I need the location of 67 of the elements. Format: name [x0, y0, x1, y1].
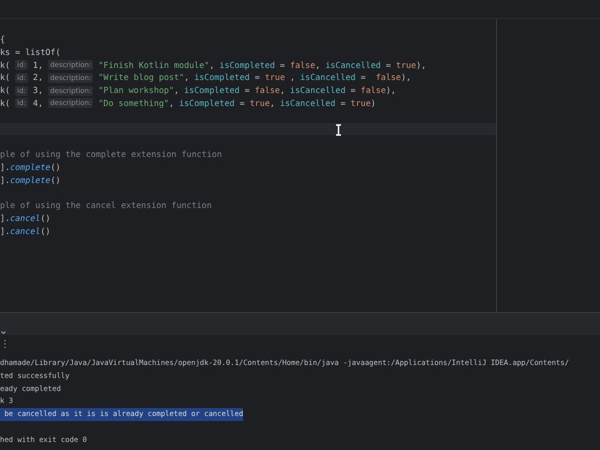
code-token: )	[370, 96, 376, 110]
code-token: ()	[50, 174, 61, 187]
code-token: true	[350, 96, 371, 110]
code-token: k(	[0, 58, 12, 72]
code-token: isCancelled	[300, 71, 356, 84]
code-token: isCompleted	[179, 96, 235, 110]
code-token: ,	[168, 96, 176, 110]
code-token: k(	[0, 84, 12, 97]
code-token: ),	[400, 71, 412, 84]
more-options-button[interactable]: ⋮	[0, 339, 10, 351]
code-token: ),	[386, 84, 396, 97]
code-token: isCompleted	[219, 58, 275, 72]
code-token: ,	[184, 71, 190, 84]
code-token: isCancelled	[290, 84, 346, 97]
code-token: isCompleted	[184, 84, 240, 97]
code-token: =	[244, 84, 251, 97]
code-token: 1,	[32, 58, 44, 72]
code-token: ()	[40, 212, 50, 225]
code-token: ].	[0, 160, 10, 174]
code-token: k(	[0, 71, 12, 84]
code-token: true	[264, 71, 285, 84]
code-token: ()	[50, 160, 61, 174]
code-token: =	[254, 71, 261, 84]
code-token: ,	[174, 84, 180, 97]
code-token: 4,	[32, 96, 44, 110]
code-token: cancel	[10, 212, 40, 225]
code-token: false	[290, 58, 316, 72]
code-token: =	[278, 58, 286, 72]
code-token: {	[0, 33, 6, 46]
code-token: true	[250, 96, 270, 110]
code-token: false	[254, 84, 280, 97]
code-token: =	[360, 71, 367, 84]
code-token: ,	[270, 96, 276, 110]
code-token: ()	[40, 224, 50, 238]
code-token: =	[238, 96, 246, 110]
code-token: ].	[0, 224, 10, 238]
code-token: ].	[0, 174, 10, 187]
code-token: false	[360, 84, 386, 97]
code-token: ,	[280, 84, 286, 97]
code-token: ].	[0, 212, 10, 225]
code-token: ),	[416, 58, 426, 72]
code-token: "Write blog post"	[97, 71, 184, 84]
code-token: false	[376, 71, 401, 84]
chevron-icon[interactable]	[1, 330, 6, 335]
code-token: "Finish Kotlin module"	[97, 58, 210, 72]
code-token: ks = listOf(	[0, 46, 61, 59]
code-token: ,	[315, 58, 322, 72]
code-token: complete	[10, 160, 50, 174]
code-token: =	[339, 96, 347, 110]
text-cursor-icon	[335, 124, 342, 136]
code-token: cancel	[10, 224, 40, 238]
code-comment: ple of using the cancel extension function	[0, 199, 212, 212]
code-token: 2,	[32, 71, 44, 84]
code-token: isCancelled	[325, 58, 381, 72]
code-token: complete	[10, 174, 50, 187]
code-token: true	[396, 58, 416, 72]
code-token: "Plan workshop"	[97, 84, 174, 97]
code-token: isCompleted	[194, 71, 250, 84]
code-token: 3,	[32, 84, 44, 97]
code-token: =	[350, 84, 357, 97]
code-token: ,	[289, 71, 296, 84]
code-token: =	[384, 58, 392, 72]
code-comment: ple of using the complete extension function	[0, 148, 222, 161]
code-token: isCancelled	[280, 96, 336, 110]
code-token: "Do something"	[97, 96, 169, 110]
code-token: k(	[0, 96, 12, 110]
code-token: ,	[209, 58, 216, 72]
